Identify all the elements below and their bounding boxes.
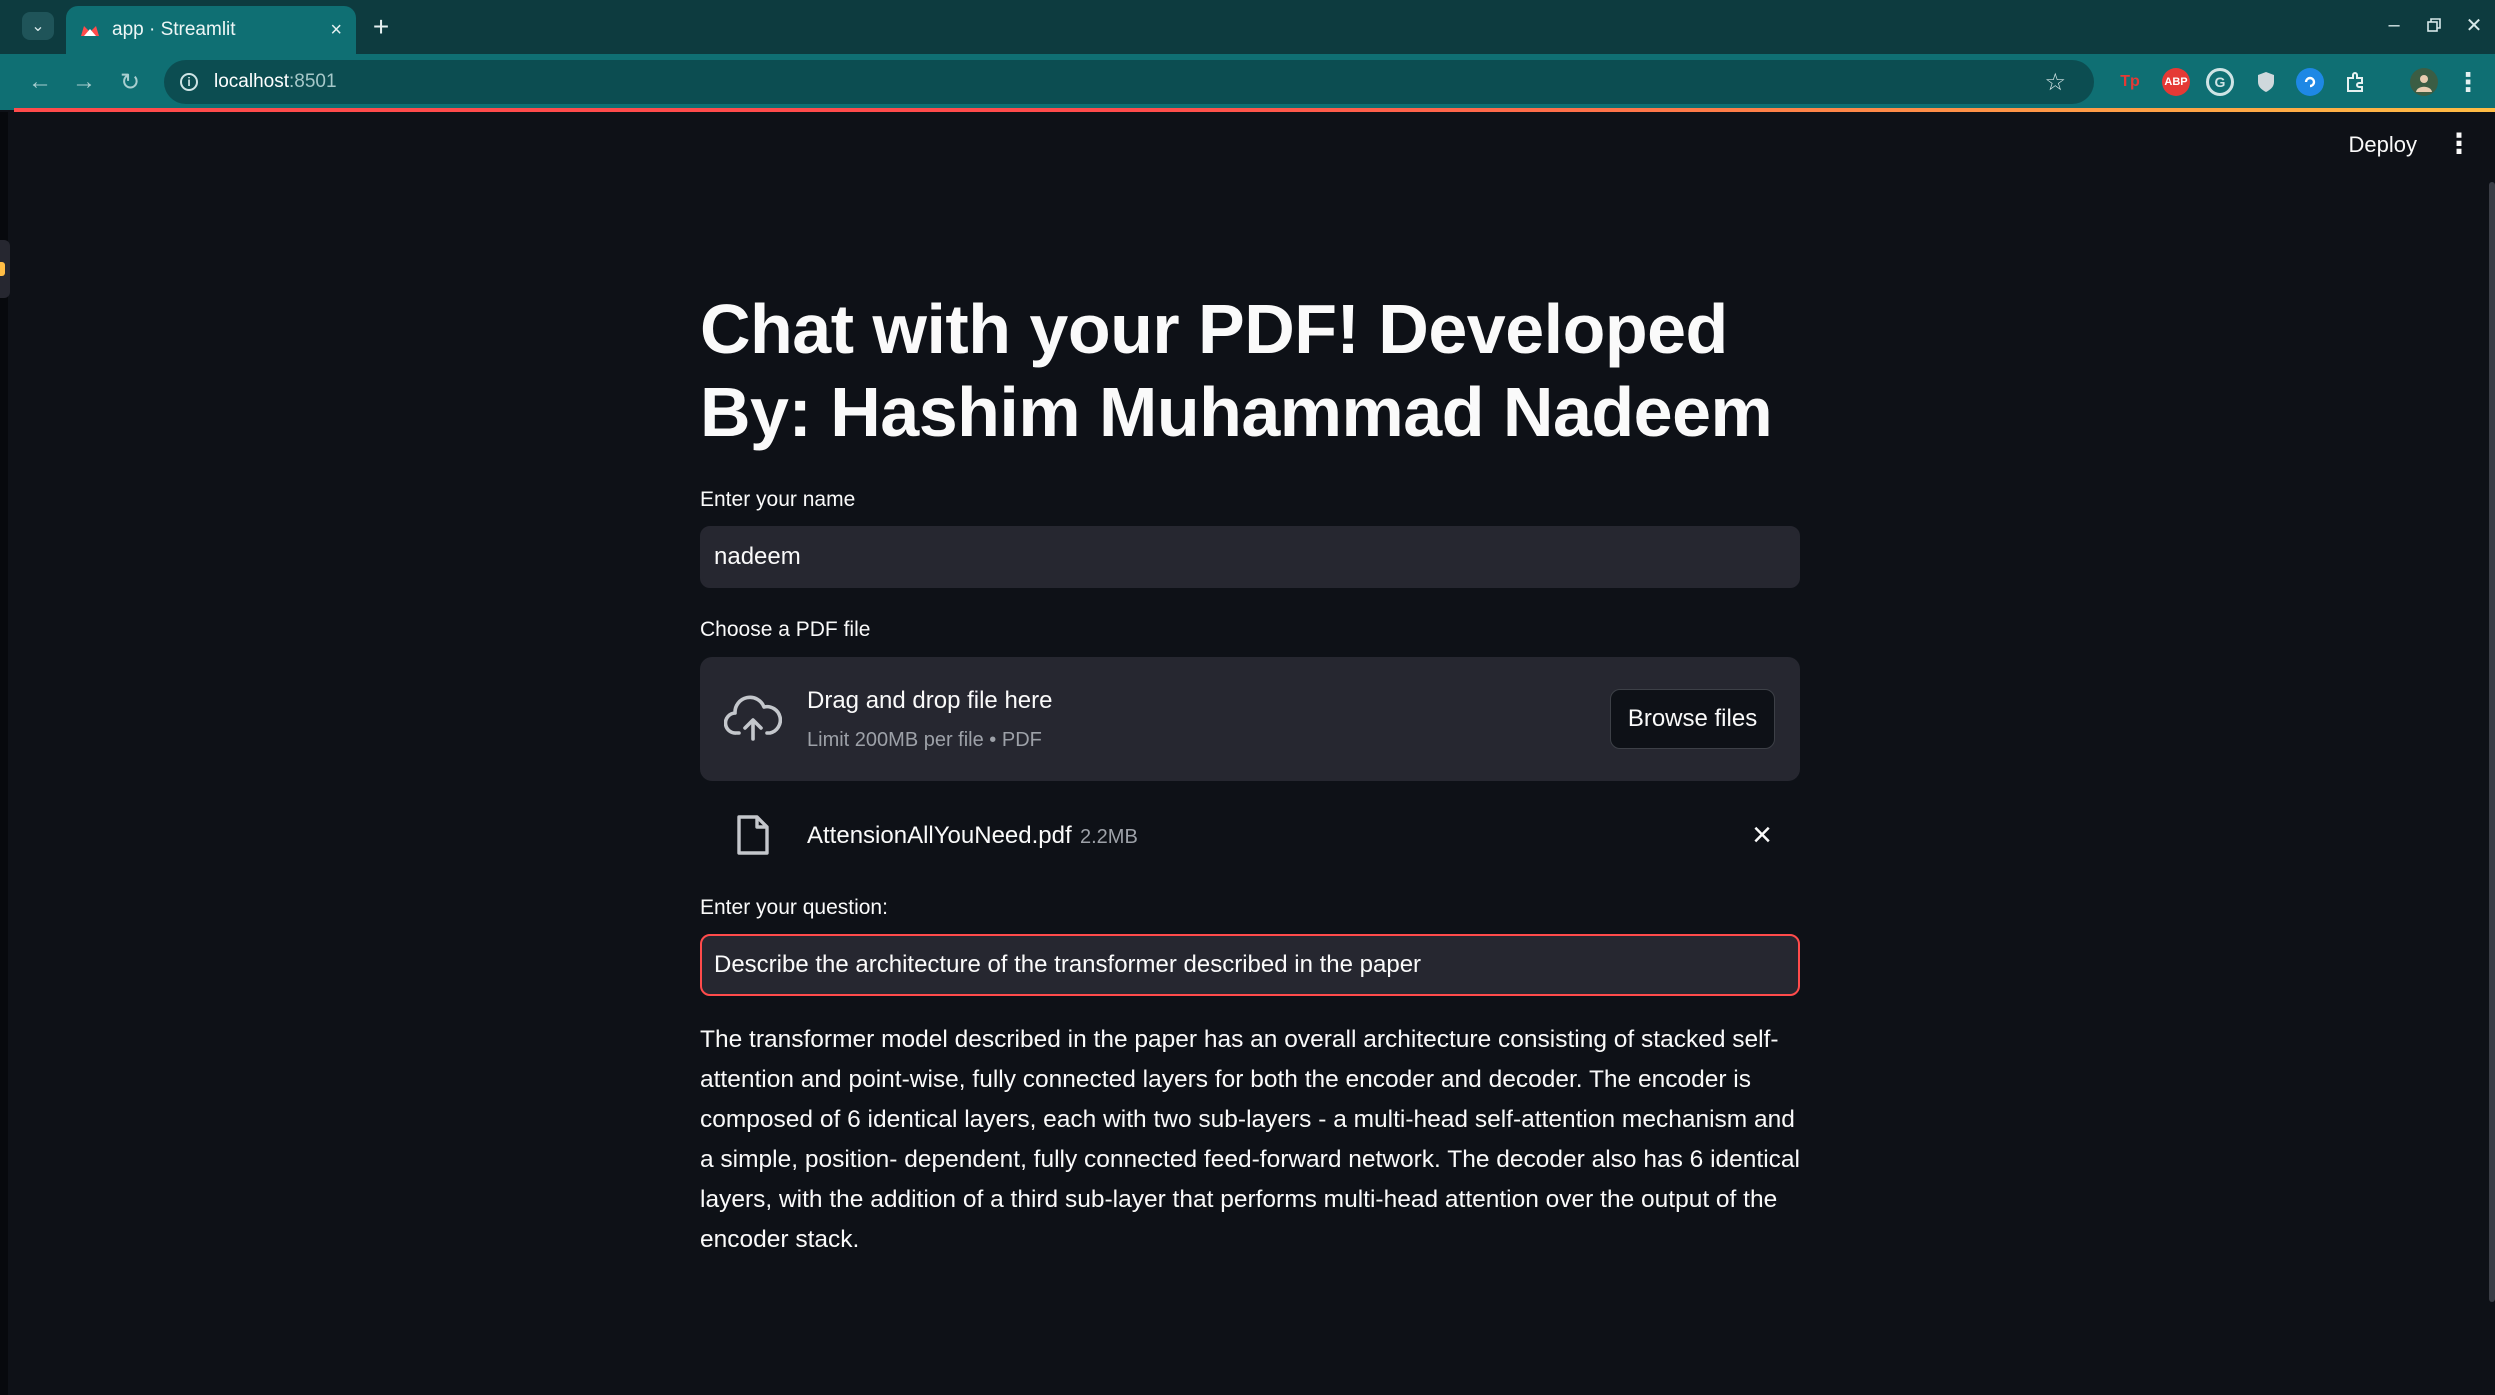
back-arrow-icon[interactable]: ←: [24, 66, 56, 98]
dropzone-limit-text: Limit 200MB per file • PDF: [807, 729, 1042, 751]
left-edge-strip: [0, 112, 8, 1395]
kebab-menu-icon[interactable]: ⋮: [2445, 130, 2473, 158]
minimize-icon[interactable]: –: [2379, 10, 2409, 40]
file-dropzone[interactable]: Drag and drop file here Limit 200MB per …: [700, 657, 1800, 781]
tab-search-button[interactable]: ⌄: [22, 12, 54, 40]
tab-title: app · Streamlit: [112, 19, 236, 40]
profile-avatar-icon[interactable]: [2410, 68, 2438, 96]
reload-icon[interactable]: ↻: [114, 66, 146, 98]
question-input[interactable]: Describe the architecture of the transfo…: [700, 934, 1800, 996]
question-input-value: Describe the architecture of the transfo…: [714, 951, 1422, 978]
extension-shield-icon[interactable]: [2252, 68, 2280, 96]
file-uploader-label: Choose a PDF file: [700, 618, 871, 641]
sidebar-expand-handle[interactable]: [0, 240, 10, 298]
site-info-icon[interactable]: i: [180, 73, 198, 91]
browse-files-button[interactable]: Browse files: [1610, 689, 1775, 749]
name-input-label: Enter your name: [700, 488, 856, 511]
browser-toolbar: ← → ↻ i localhost:8501 ☆ Tp ABP G ⋮: [0, 54, 2495, 110]
chevron-down-icon: ⌄: [31, 18, 45, 35]
window-close-icon[interactable]: ✕: [2459, 10, 2489, 40]
browser-menu-kebab-icon[interactable]: ⋮: [2454, 67, 2482, 97]
answer-text: The transformer model described in the p…: [700, 1026, 1800, 1253]
scrollbar[interactable]: [2489, 182, 2495, 1302]
bookmark-star-icon[interactable]: ☆: [2044, 68, 2066, 97]
forward-arrow-icon[interactable]: →: [68, 66, 100, 98]
address-bar[interactable]: i localhost:8501 ☆: [164, 60, 2094, 104]
remove-file-icon[interactable]: ×: [1752, 816, 1772, 855]
extension-adblock-icon[interactable]: ABP: [2162, 68, 2190, 96]
uploaded-file-name: AttensionAllYouNeed.pdf: [807, 822, 1072, 849]
tab-close-icon[interactable]: ×: [330, 19, 342, 42]
cloud-upload-icon: [723, 695, 783, 746]
uploaded-file-row: AttensionAllYouNeed.pdf 2.2MB ×: [700, 802, 1800, 878]
deploy-button[interactable]: Deploy: [2349, 132, 2417, 158]
extension-blue-icon[interactable]: [2296, 68, 2324, 96]
extensions-puzzle-icon[interactable]: [2342, 68, 2370, 96]
streamlit-favicon-icon: [80, 23, 100, 37]
address-host: localhost: [214, 71, 289, 92]
browser-tab-bar: ⌄ app · Streamlit × + – ✕: [0, 0, 2495, 54]
name-input[interactable]: nadeem: [700, 526, 1800, 588]
uploaded-file-size: 2.2MB: [1080, 826, 1138, 848]
address-port: :8501: [289, 71, 337, 92]
dropzone-instructions: Drag and drop file here: [807, 687, 1053, 714]
extension-grammarly-icon[interactable]: G: [2206, 68, 2234, 96]
name-input-value: nadeem: [714, 543, 801, 570]
restore-icon[interactable]: [2419, 10, 2449, 40]
file-icon: [736, 814, 770, 861]
extension-tp-icon[interactable]: Tp: [2116, 68, 2144, 96]
question-input-label: Enter your question:: [700, 896, 888, 919]
browser-tab[interactable]: app · Streamlit ×: [66, 6, 356, 54]
streamlit-app: Deploy ⋮ Chat with your PDF! Developed B…: [0, 112, 2495, 1395]
page-title: Chat with your PDF! Developed By: Hashim…: [700, 290, 1773, 451]
new-tab-button[interactable]: +: [366, 11, 396, 42]
